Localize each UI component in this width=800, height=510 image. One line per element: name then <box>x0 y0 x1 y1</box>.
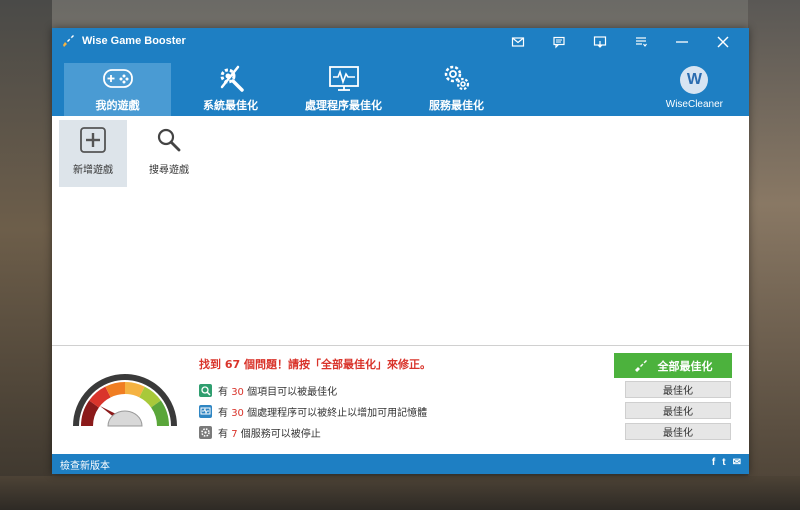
facebook-icon[interactable]: f <box>712 457 715 468</box>
add-game-label: 新增遊戲 <box>73 165 113 176</box>
service-gear-icon <box>199 426 212 439</box>
title-bar: Wise Game Booster <box>52 28 749 54</box>
issue-row-process: 有 30 個處理程序可以被終止以增加可用記憶體 <box>199 404 427 419</box>
skin-button[interactable] <box>579 30 620 54</box>
system-optimize-icon <box>199 384 212 397</box>
minimize-button[interactable] <box>661 30 702 54</box>
tab-label: 服務最佳化 <box>429 99 484 112</box>
mail-icon <box>511 37 524 47</box>
optimize-all-label: 全部最佳化 <box>657 359 713 373</box>
close-icon <box>717 36 728 48</box>
menu-button[interactable] <box>620 30 661 54</box>
optimize-system-button[interactable]: 最佳化 <box>625 381 731 398</box>
tab-service-optimize[interactable]: 服務最佳化 <box>403 63 510 116</box>
tab-system-optimize[interactable]: 系統最佳化 <box>177 63 284 116</box>
rocket-icon <box>634 359 647 372</box>
twitter-icon[interactable]: t <box>722 457 725 468</box>
check-update-link[interactable]: 檢查新版本 <box>60 457 110 472</box>
search-game-label: 搜尋遊戲 <box>149 165 189 176</box>
tab-label: 我的遊戲 <box>95 99 140 112</box>
issue-summary-text: 找到 67 個問題！請按「全部最佳化」來修正。 <box>199 358 431 371</box>
search-icon <box>157 128 181 152</box>
mail-button[interactable] <box>497 30 538 54</box>
gears-icon <box>444 65 469 91</box>
wisecleaner-logo: W <box>680 66 709 94</box>
optimize-process-button[interactable]: 最佳化 <box>625 402 731 419</box>
tab-process-optimize[interactable]: 處理程序最佳化 <box>290 63 397 116</box>
desktop-background-bottom <box>0 476 800 510</box>
desktop-background-right <box>748 0 800 510</box>
screen-cast-icon <box>593 36 606 48</box>
main-nav: 我的遊戲 系統最佳化 處理程序最佳化 服務最佳化 <box>64 63 516 116</box>
issue-row-service: 有 7 個服務可以被停止 <box>199 425 321 440</box>
tools-icon <box>220 65 244 92</box>
optimize-service-button[interactable]: 最佳化 <box>625 423 731 440</box>
brand-name: WiseCleaner <box>665 99 723 110</box>
plus-square-icon <box>80 127 106 153</box>
email-icon[interactable]: ✉ <box>733 457 741 468</box>
status-bar: 檢查新版本 f t ✉ <box>52 454 749 474</box>
process-monitor-icon <box>199 405 212 418</box>
app-window: Wise Game Booster 我的遊戲 系統最佳化 處理程序最佳化 服務最… <box>52 28 749 474</box>
tab-label: 處理程序最佳化 <box>305 99 382 112</box>
optimization-summary: 找到 67 個問題！請按「全部最佳化」來修正。 有 30 個項目可以被最佳化 有… <box>52 345 749 454</box>
rocket-logo-icon <box>63 35 74 47</box>
app-title: Wise Game Booster <box>82 35 186 47</box>
app-header: Wise Game Booster 我的遊戲 系統最佳化 處理程序最佳化 服務最… <box>52 28 749 116</box>
add-game-button[interactable]: 新增遊戲 <box>59 120 127 187</box>
optimize-all-button[interactable]: 全部最佳化 <box>614 353 732 378</box>
monitor-pulse-icon <box>328 66 359 91</box>
tab-my-games[interactable]: 我的遊戲 <box>64 63 171 116</box>
chat-icon <box>552 36 565 49</box>
speed-gauge-icon <box>73 374 177 427</box>
feedback-button[interactable] <box>538 30 579 54</box>
issue-row-system: 有 30 個項目可以被最佳化 <box>199 383 337 398</box>
close-button[interactable] <box>702 30 743 54</box>
minimize-icon <box>675 41 688 43</box>
tab-label: 系統最佳化 <box>203 99 258 112</box>
my-games-panel: 新增遊戲 搜尋遊戲 <box>52 116 749 345</box>
desktop-background-left <box>0 0 52 510</box>
menu-icon <box>635 37 647 47</box>
gamepad-icon <box>102 69 133 88</box>
wisecleaner-brand[interactable]: W WiseCleaner <box>666 66 723 110</box>
search-game-button[interactable]: 搜尋遊戲 <box>135 120 203 187</box>
